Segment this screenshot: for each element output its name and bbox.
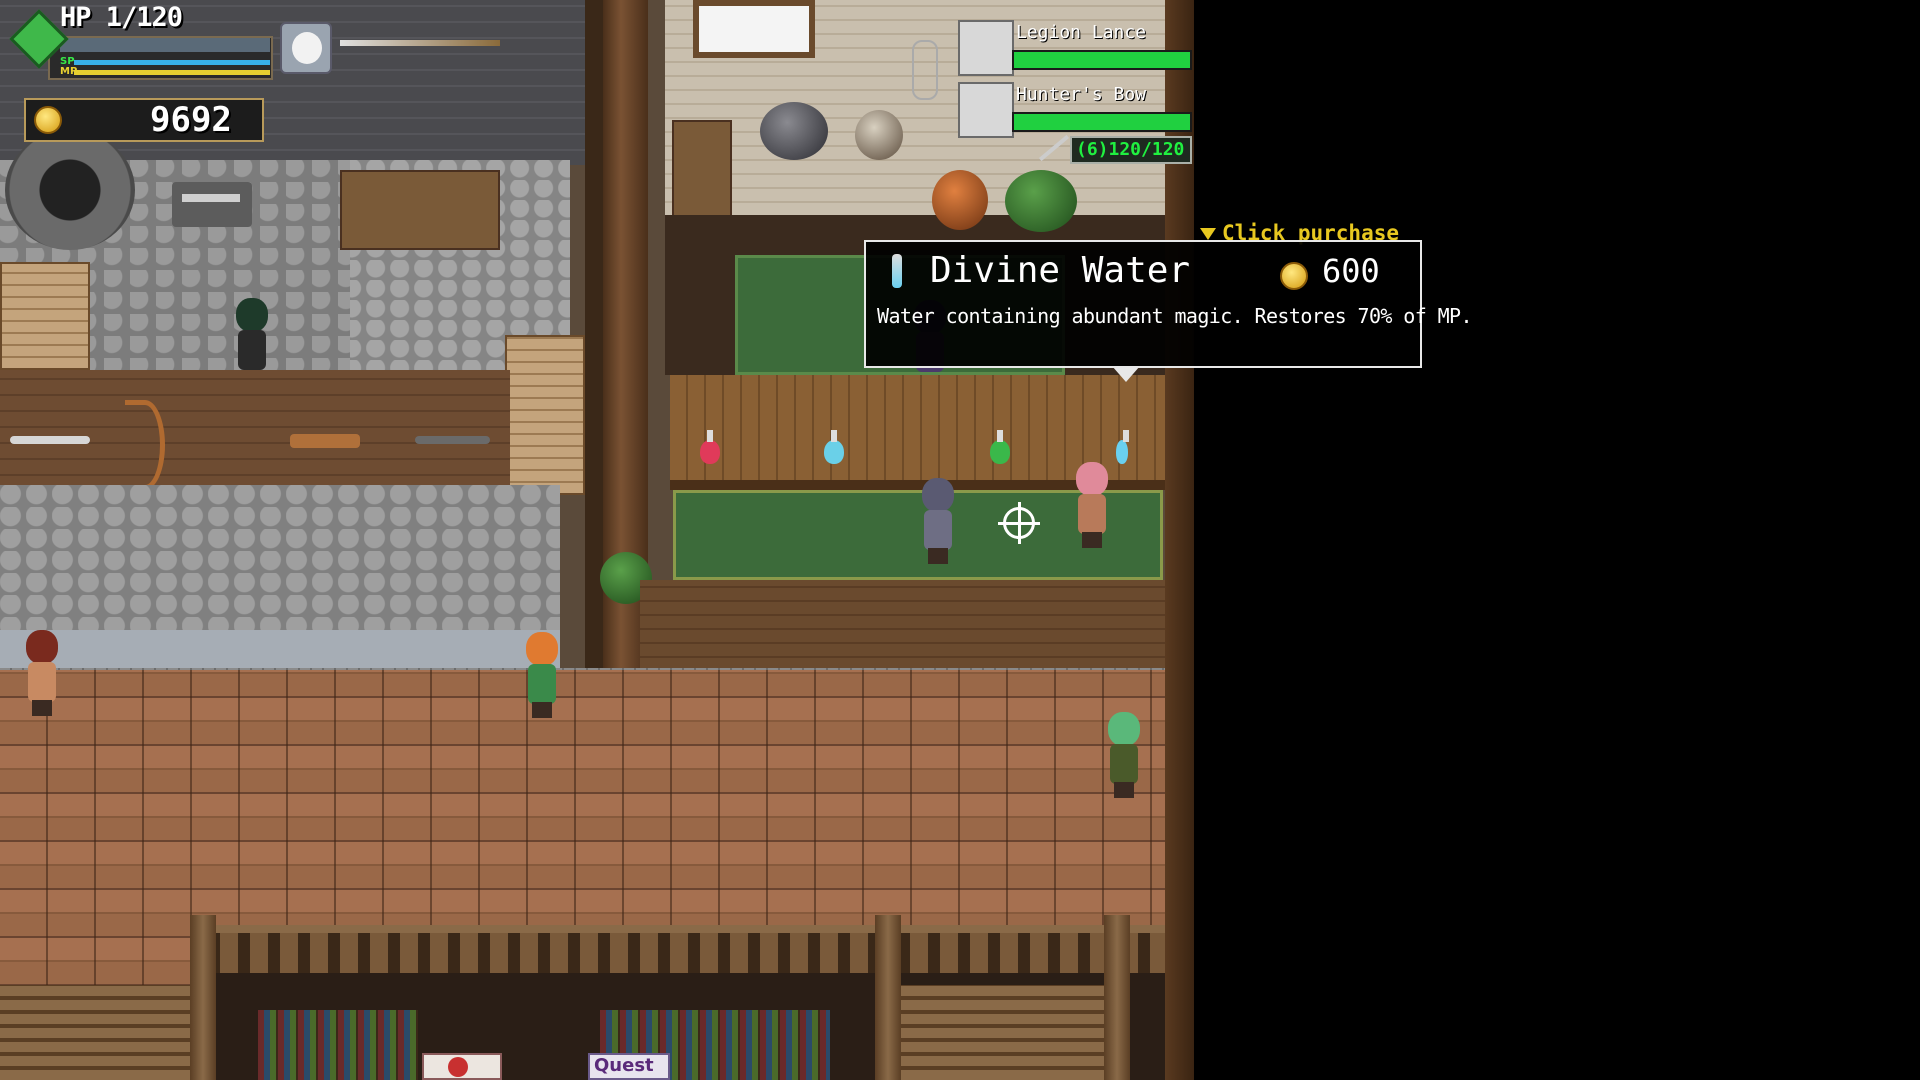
railing-post xyxy=(875,915,901,1080)
crate-stack xyxy=(0,262,90,370)
hp-bar xyxy=(60,38,270,52)
player-character xyxy=(1072,462,1112,548)
cobblestone-floor-lower xyxy=(0,485,560,635)
item-price: 600 xyxy=(1322,252,1380,290)
railing-post xyxy=(190,915,216,1080)
weapon-rack xyxy=(340,170,500,250)
potion-icon[interactable] xyxy=(1116,430,1129,464)
player-status: SP MP HP 1/120 xyxy=(9,0,273,88)
hp-value: 1/120 xyxy=(105,2,183,33)
jug xyxy=(855,110,903,160)
fruit-basket xyxy=(932,170,988,230)
spear-icon xyxy=(340,40,500,46)
maid-npc[interactable] xyxy=(918,478,958,564)
sp-bar xyxy=(74,60,270,65)
green-haired-npc[interactable] xyxy=(1104,712,1144,798)
axe-on-counter xyxy=(415,436,490,444)
pet-icon[interactable] xyxy=(280,22,332,74)
lance-icon[interactable] xyxy=(958,20,1014,76)
quest-marker[interactable]: Quest xyxy=(588,1053,670,1080)
potted-plant xyxy=(1005,170,1077,232)
shop-wooden-floor xyxy=(640,580,1165,670)
weapon-switch-icon[interactable] xyxy=(912,40,938,100)
club-on-counter xyxy=(290,434,360,448)
clay-pot xyxy=(760,102,828,160)
hint-arrow-icon xyxy=(1200,228,1216,240)
bookshelf xyxy=(258,1010,418,1080)
mp-bar xyxy=(74,70,270,75)
adventurer-npc[interactable] xyxy=(522,632,562,718)
potion-icon xyxy=(892,254,902,288)
ammo-counter: (6)120/120 xyxy=(1070,136,1192,164)
villager-npc[interactable] xyxy=(22,630,62,716)
weapon-name-1: Legion Lance xyxy=(1016,22,1147,43)
crate-stack-right xyxy=(505,335,585,495)
weapon-shop-counter xyxy=(0,370,510,498)
potion-icon[interactable] xyxy=(990,430,1010,464)
quest-label: Quest xyxy=(594,1055,654,1076)
shop-window xyxy=(693,0,815,58)
stone-well xyxy=(5,130,135,250)
coin-icon xyxy=(34,106,62,134)
mp-label: MP xyxy=(60,66,78,77)
item-description: Water containing abundant magic. Restore… xyxy=(877,304,1473,328)
weapon-1-durability-bar xyxy=(1012,50,1192,70)
monster-marker-icon[interactable] xyxy=(422,1053,502,1080)
tooltip-pointer xyxy=(1112,366,1140,382)
weapon-2-durability-bar xyxy=(1012,112,1192,132)
crosshair-icon xyxy=(998,502,1040,544)
balcony-railing xyxy=(190,925,1165,973)
anvil xyxy=(172,182,252,227)
railing-post xyxy=(1104,915,1130,1080)
stairs-left xyxy=(0,985,190,1080)
sword-on-counter xyxy=(10,436,90,444)
stairs-right xyxy=(900,985,1110,1080)
hp-readout: HP 1/120 xyxy=(60,2,183,33)
weapon-shopkeeper[interactable] xyxy=(232,298,272,384)
coin-icon xyxy=(1280,262,1308,290)
item-name: Divine Water xyxy=(930,250,1191,291)
game-scene[interactable]: Quest xyxy=(0,0,1194,1080)
gold-value: 9692 xyxy=(150,100,232,140)
weapon-name-2: Hunter's Bow xyxy=(1016,84,1147,105)
potion-icon[interactable] xyxy=(700,430,720,464)
bow-on-counter xyxy=(125,400,165,490)
hp-label: HP xyxy=(60,2,92,33)
stone-walkway xyxy=(0,630,560,670)
bow-icon[interactable] xyxy=(958,82,1014,138)
potion-icon[interactable] xyxy=(824,430,844,464)
